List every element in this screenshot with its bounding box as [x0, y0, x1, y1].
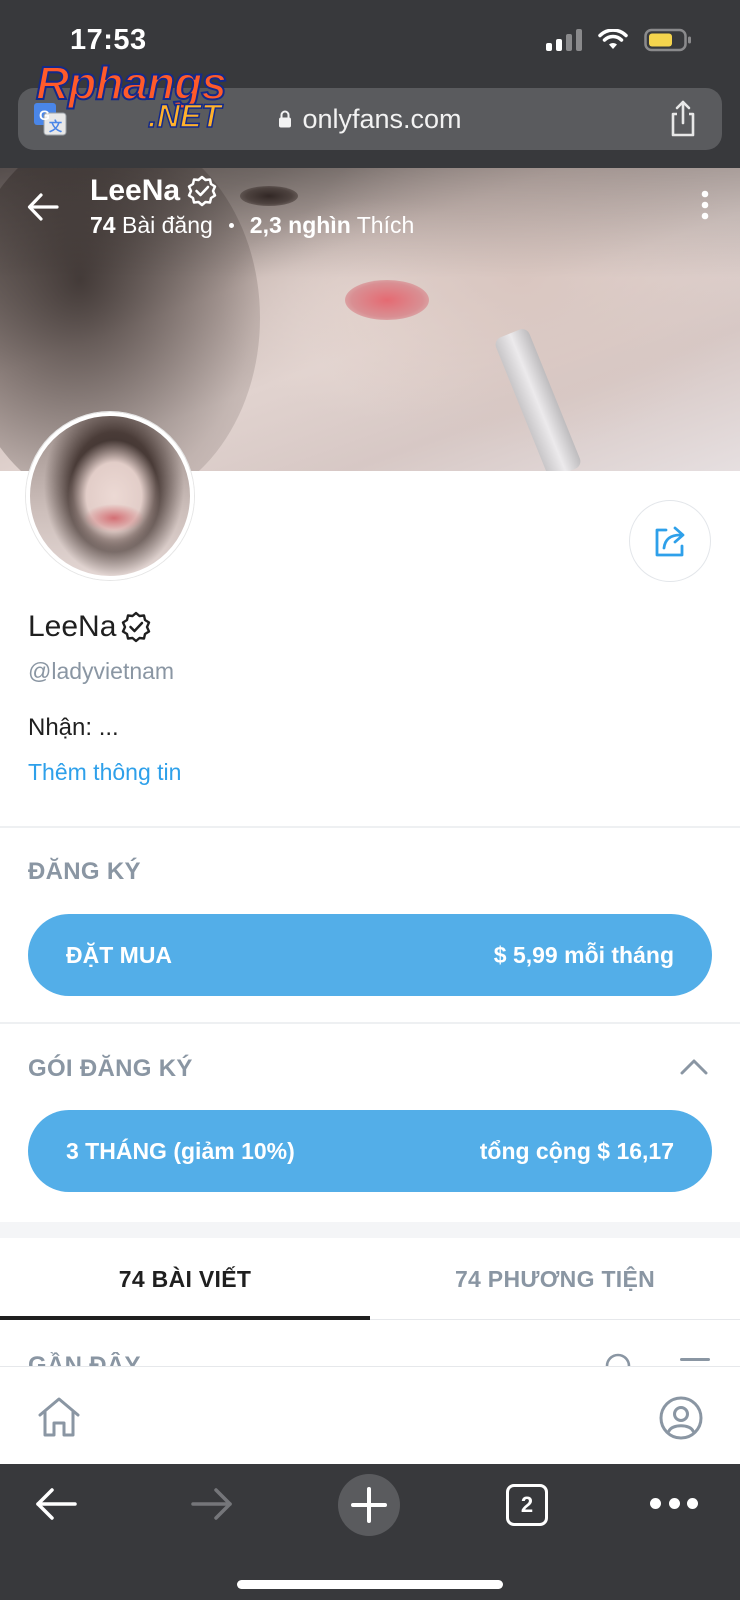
- user-circle-icon[interactable]: [658, 1395, 704, 1441]
- watermark-sub: .NET: [147, 97, 221, 135]
- chevron-up-icon[interactable]: [680, 1058, 708, 1076]
- tab-switcher-button[interactable]: 2: [506, 1484, 548, 1526]
- subscribe-price: $ 5,99 mỗi tháng: [493, 941, 674, 968]
- back-arrow-icon[interactable]: [26, 190, 60, 224]
- sort-icon[interactable]: [678, 1356, 712, 1366]
- section-gap: [0, 1222, 740, 1238]
- search-icon[interactable]: [604, 1352, 634, 1366]
- home-indicator[interactable]: [237, 1580, 503, 1589]
- status-time: 17:53: [70, 24, 147, 56]
- browser-toolbar: 2: [0, 1464, 740, 1600]
- app-bottom-nav: [0, 1366, 740, 1464]
- watermark-logo: Rphangs .NET: [35, 56, 266, 140]
- header-stats: 74 Bài đăng 2,3 nghìn Thích: [90, 212, 414, 239]
- new-tab-button[interactable]: [338, 1474, 400, 1536]
- bundle-label: 3 THÁNG (giảm 10%): [66, 1137, 295, 1164]
- status-icons: [546, 28, 692, 52]
- verified-badge-icon: [122, 611, 151, 643]
- url-text: onlyfans.com: [302, 103, 462, 134]
- likes-count: 2,3 nghìn: [249, 212, 351, 238]
- cover-photo-detail: [345, 280, 429, 320]
- browser-menu-icon[interactable]: [650, 1498, 698, 1510]
- posts-count: 74: [90, 212, 116, 238]
- section-divider: [0, 1022, 740, 1024]
- profile-bio: Nhận: ...: [28, 714, 119, 741]
- browser-back-icon[interactable]: [34, 1486, 78, 1522]
- subscribe-button[interactable]: ĐẶT MUA $ 5,99 mỗi tháng: [28, 914, 712, 996]
- browser-forward-icon[interactable]: [190, 1486, 234, 1522]
- header-name: LeeNa: [90, 174, 181, 207]
- wifi-icon: [598, 29, 628, 49]
- verified-badge-icon: [187, 175, 217, 207]
- browser-chrome: 17:53 G 文 onlyfans.com Rphangs .NET: [0, 0, 740, 168]
- header-title-row: LeeNa: [90, 174, 218, 208]
- battery-icon: [644, 28, 691, 52]
- plus-icon: [351, 1487, 387, 1523]
- likes-label: Thích: [356, 212, 415, 238]
- share-profile-button[interactable]: [629, 500, 711, 582]
- bundle-price: tổng cộng $ 16,17: [479, 1137, 674, 1164]
- share-icon: [655, 526, 685, 557]
- home-icon[interactable]: [36, 1395, 82, 1439]
- posts-label: Bài đăng: [121, 212, 213, 238]
- section-divider: [0, 826, 740, 828]
- kebab-menu-icon[interactable]: [700, 190, 710, 220]
- tab-posts[interactable]: 74 BÀI VIẾT: [0, 1238, 370, 1320]
- separator-dot: [228, 223, 234, 228]
- avatar[interactable]: [26, 412, 194, 580]
- active-tab-indicator: [0, 1316, 370, 1320]
- profile-name: LeeNa: [28, 610, 117, 643]
- profile-name-row: LeeNa: [28, 610, 152, 644]
- subscription-title: ĐĂNG KÝ: [28, 858, 141, 885]
- lock-icon: [279, 110, 292, 128]
- profile-handle: @ladyvietnam: [28, 658, 175, 684]
- more-info-link[interactable]: Thêm thông tin: [28, 759, 181, 786]
- cellular-signal-icon: [546, 29, 582, 51]
- cover-photo-detail: [493, 326, 583, 471]
- bundles-title: GÓI ĐĂNG KÝ: [28, 1055, 193, 1082]
- subscribe-label: ĐẶT MUA: [66, 941, 173, 968]
- share-icon[interactable]: [666, 100, 700, 138]
- tab-media[interactable]: 74 PHƯƠNG TIỆN: [370, 1238, 740, 1320]
- feed-sort-label: GẦN ĐÂY: [28, 1352, 141, 1366]
- bundle-3-months-button[interactable]: 3 THÁNG (giảm 10%) tổng cộng $ 16,17: [28, 1110, 712, 1192]
